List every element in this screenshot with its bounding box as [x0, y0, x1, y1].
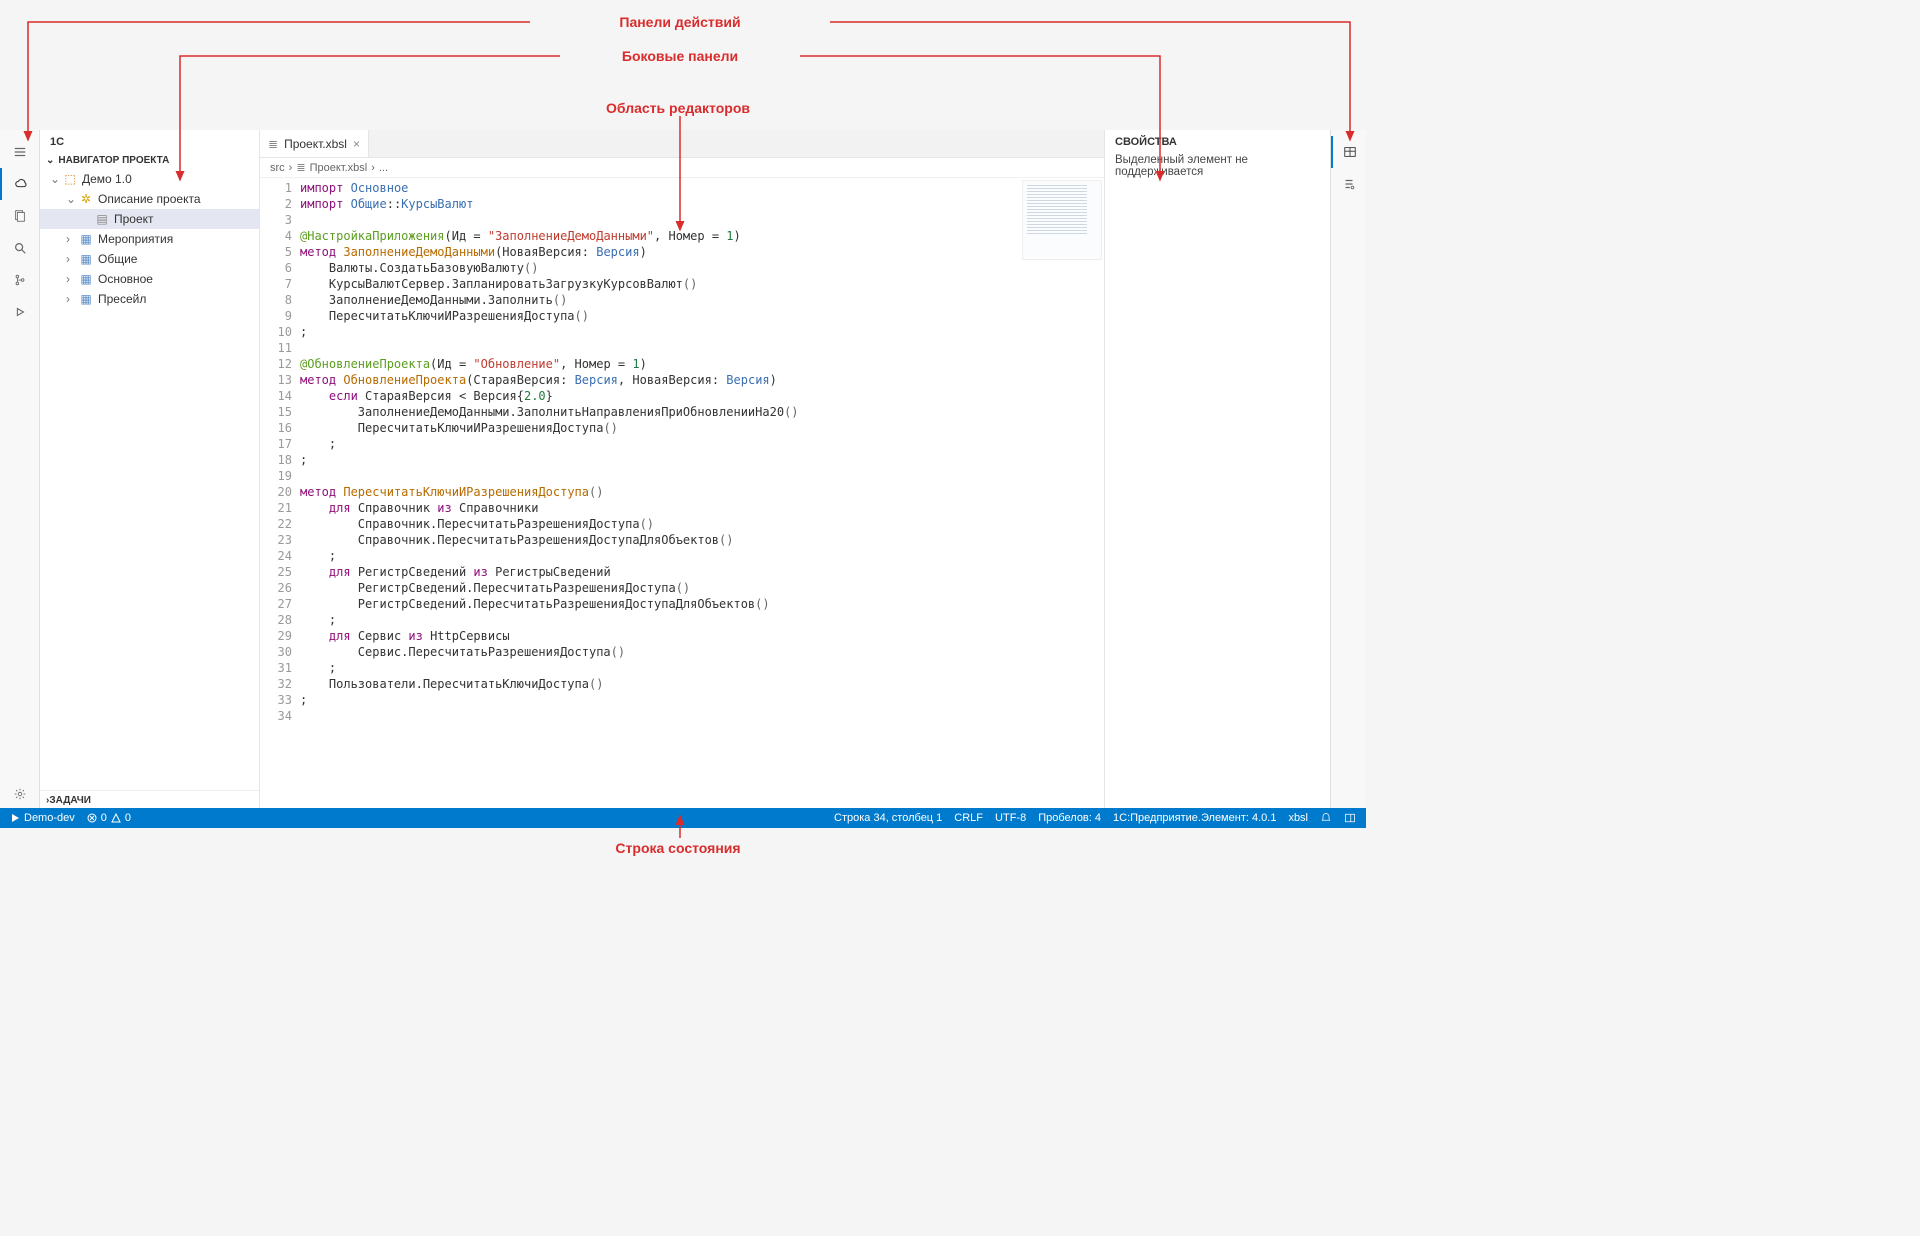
tree-description[interactable]: ⌄ ✲ Описание проекта [40, 189, 259, 209]
status-problems[interactable]: 0 0 [81, 812, 137, 824]
module-icon: ▦ [78, 232, 94, 246]
breadcrumb-more: ... [379, 162, 388, 174]
annotation-status-bar: Строка состояния [558, 840, 798, 856]
chevron-down-icon: ⌄ [50, 172, 62, 186]
search-icon[interactable] [0, 232, 40, 264]
tab-bar: ≣ Проект.xbsl × [260, 130, 1104, 158]
tree-presale[interactable]: › ▦ Пресейл [40, 289, 259, 309]
cloud-1c-icon[interactable] [0, 168, 40, 200]
chevron-right-icon: › [371, 162, 375, 174]
close-icon[interactable]: × [353, 137, 360, 151]
tree-label: Описание проекта [98, 192, 201, 206]
tab-label: Проект.xbsl [284, 137, 347, 151]
annotation-editor-area: Область редакторов [538, 100, 818, 116]
chevron-right-icon: › [66, 252, 78, 266]
status-language[interactable]: xbsl [1282, 812, 1314, 824]
outline-icon[interactable] [1331, 168, 1367, 200]
tree-main[interactable]: › ▦ Основное [40, 269, 259, 289]
tree-label: Основное [98, 272, 153, 286]
breadcrumb-src: src [270, 162, 285, 174]
status-demo-label: Demo-dev [24, 812, 75, 824]
status-bar: Demo-dev 0 0 Строка 34, столбец 1 CRLF U… [0, 808, 1366, 828]
files-icon[interactable] [0, 200, 40, 232]
properties-title: СВОЙСТВА [1115, 136, 1320, 148]
navigator-header[interactable]: ⌄ НАВИГАТОР ПРОЕКТА [40, 152, 259, 169]
status-bell-icon[interactable] [1314, 812, 1338, 824]
status-run[interactable]: Demo-dev [4, 812, 81, 824]
file-icon: ▤ [94, 212, 110, 226]
menu-icon[interactable] [0, 136, 40, 168]
chevron-down-icon: ⌄ [66, 192, 78, 206]
chevron-right-icon: › [66, 292, 78, 306]
module-icon: ▦ [78, 292, 94, 306]
editor-area: ≣ Проект.xbsl × src › ≣ Проект.xbsl › ..… [260, 130, 1104, 810]
sidebar-title: 1C [40, 130, 259, 152]
tasks-label: ЗАДАЧИ [49, 795, 91, 806]
chevron-right-icon: › [289, 162, 293, 174]
ide-window: 1C ⌄ НАВИГАТОР ПРОЕКТА ⌄ ⬚ Демо 1.0 ⌄ ✲ … [0, 130, 1366, 810]
minimap[interactable] [1022, 180, 1102, 260]
tree-events[interactable]: › ▦ Мероприятия [40, 229, 259, 249]
status-cursor[interactable]: Строка 34, столбец 1 [828, 812, 948, 824]
warning-icon [111, 813, 121, 823]
tree-label: Пресейл [98, 292, 146, 306]
status-errors: 0 [101, 812, 107, 824]
status-warnings: 0 [125, 812, 131, 824]
gear-icon: ✲ [78, 192, 94, 206]
file-icon: ≣ [268, 137, 278, 151]
file-icon: ≣ [296, 161, 305, 174]
line-gutter: 1234567891011121314151617181920212223242… [260, 178, 300, 810]
properties-message: Выделенный элемент не поддерживается [1115, 154, 1320, 178]
code-editor[interactable]: 1234567891011121314151617181920212223242… [260, 178, 1104, 810]
chevron-down-icon: ⌄ [46, 155, 54, 166]
project-tree: ⌄ ⬚ Демо 1.0 ⌄ ✲ Описание проекта ⌄ ▤ Пр… [40, 169, 259, 790]
annotation-side-panels: Боковые панели [560, 48, 800, 64]
module-icon: ▦ [78, 252, 94, 266]
project-1c-icon: ⬚ [62, 172, 78, 186]
play-icon [10, 813, 20, 823]
settings-gear-icon[interactable] [0, 778, 40, 810]
chevron-right-icon: › [66, 232, 78, 246]
source-control-icon[interactable] [0, 264, 40, 296]
status-spaces[interactable]: Пробелов: 4 [1032, 812, 1107, 824]
tree-label: Проект [114, 212, 154, 226]
breadcrumb[interactable]: src › ≣ Проект.xbsl › ... [260, 158, 1104, 178]
annotation-action-panels: Панели действий [530, 14, 830, 30]
chevron-right-icon: › [66, 272, 78, 286]
activity-bar-right [1330, 130, 1366, 810]
navigator-label: НАВИГАТОР ПРОЕКТА [58, 155, 169, 166]
tree-project-file[interactable]: ⌄ ▤ Проект [40, 209, 259, 229]
table-icon[interactable] [1331, 136, 1367, 168]
status-encoding[interactable]: UTF-8 [989, 812, 1032, 824]
debug-icon[interactable] [0, 296, 40, 328]
status-layout-icon[interactable] [1338, 812, 1362, 824]
tree-label: Общие [98, 252, 137, 266]
tab-project[interactable]: ≣ Проект.xbsl × [260, 130, 369, 157]
status-platform[interactable]: 1С:Предприятие.Элемент: 4.0.1 [1107, 812, 1282, 824]
tasks-header[interactable]: › ЗАДАЧИ [40, 790, 259, 810]
sidebar-left: 1C ⌄ НАВИГАТОР ПРОЕКТА ⌄ ⬚ Демо 1.0 ⌄ ✲ … [40, 130, 260, 810]
activity-bar-left [0, 130, 40, 810]
tree-label: Мероприятия [98, 232, 173, 246]
breadcrumb-file: Проект.xbsl [310, 162, 368, 174]
tree-label: Демо 1.0 [82, 172, 132, 186]
sidebar-right: СВОЙСТВА Выделенный элемент не поддержив… [1104, 130, 1330, 810]
status-eol[interactable]: CRLF [948, 812, 989, 824]
code-content[interactable]: импорт Основноеимпорт Общие::КурсыВалют … [300, 178, 1104, 810]
error-icon [87, 813, 97, 823]
module-icon: ▦ [78, 272, 94, 286]
tree-root[interactable]: ⌄ ⬚ Демо 1.0 [40, 169, 259, 189]
tree-common[interactable]: › ▦ Общие [40, 249, 259, 269]
